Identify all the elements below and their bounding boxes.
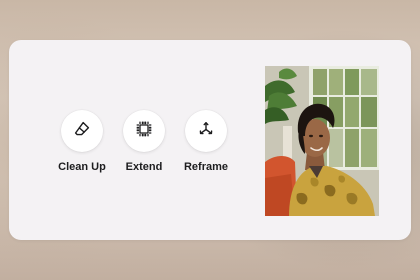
reframe-label: Reframe xyxy=(183,161,229,173)
extend-label: Extend xyxy=(125,161,163,173)
tools-card: Clean Up Extend Reframe xyxy=(9,40,411,240)
clean-up-icon-circle[interactable] xyxy=(61,110,103,152)
portrait-image xyxy=(265,66,379,216)
extend-icon-circle[interactable] xyxy=(123,110,165,152)
reframe-axes-icon xyxy=(197,120,215,143)
reframe-button[interactable]: Reframe xyxy=(175,110,237,173)
clean-up-label: Clean Up xyxy=(58,161,106,173)
eraser-icon xyxy=(73,120,91,143)
extend-button[interactable]: Extend xyxy=(113,110,175,173)
reframe-icon-circle[interactable] xyxy=(185,110,227,152)
clean-up-button[interactable]: Clean Up xyxy=(51,110,113,173)
portrait-photo xyxy=(265,66,379,216)
extend-frame-icon xyxy=(135,120,153,143)
editing-tools-row: Clean Up Extend Reframe xyxy=(51,110,237,173)
